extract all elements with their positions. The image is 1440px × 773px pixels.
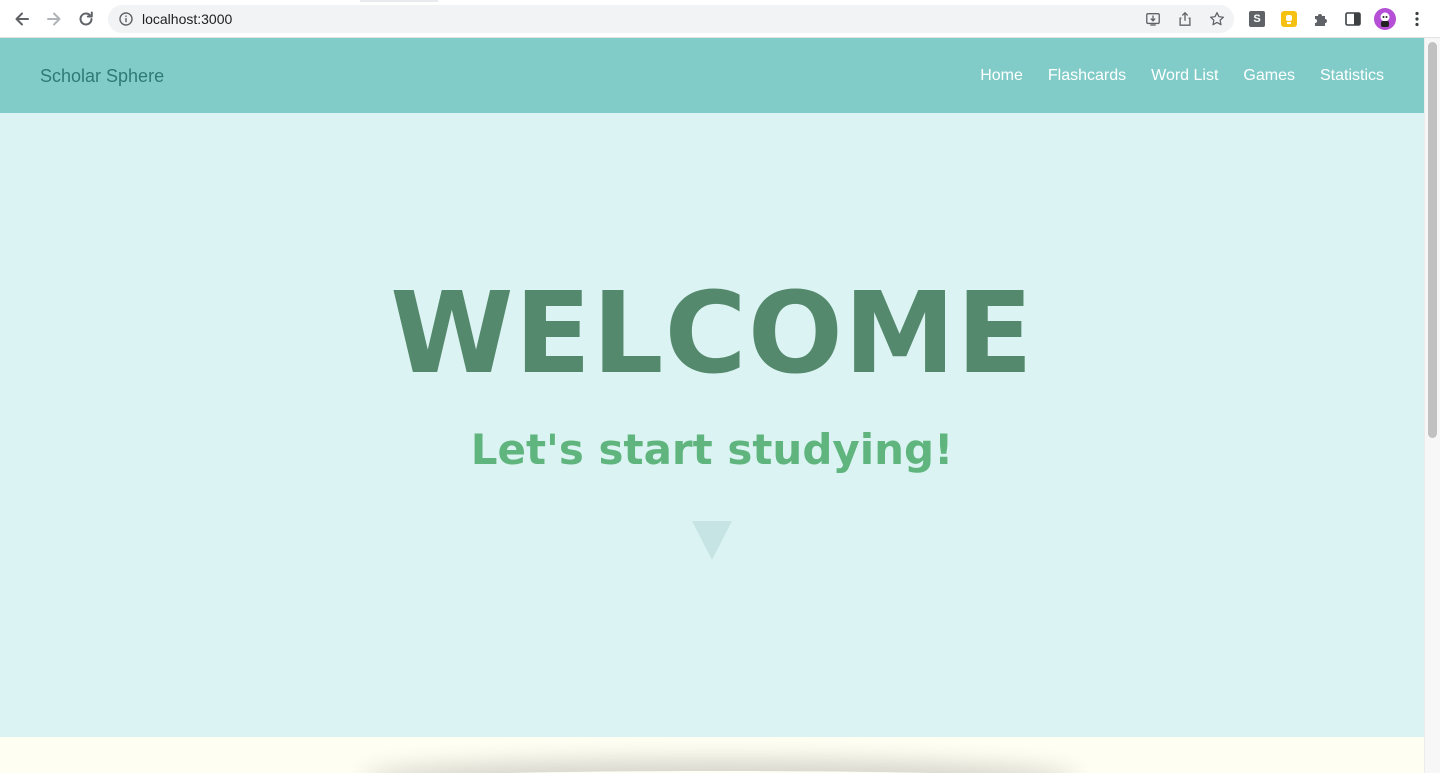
extension-s-letter: S	[1253, 13, 1261, 25]
share-button[interactable]	[1176, 10, 1194, 28]
page-viewport: Scholar Sphere Home Flashcards Word List…	[0, 38, 1424, 773]
scrollbar-thumb[interactable]	[1428, 42, 1437, 438]
avatar	[1374, 8, 1396, 30]
address-bar[interactable]: localhost:3000	[108, 5, 1234, 33]
nav-link-games[interactable]: Games	[1243, 67, 1295, 85]
content-section	[0, 737, 1424, 773]
share-icon	[1179, 11, 1191, 26]
arrow-right-icon	[47, 12, 61, 26]
hero-title: WELCOME	[390, 269, 1034, 399]
lightbulb-extension-icon	[1281, 11, 1297, 27]
site-header: Scholar Sphere Home Flashcards Word List…	[0, 38, 1424, 113]
nav-link-flashcards[interactable]: Flashcards	[1048, 67, 1126, 85]
main-nav: Home Flashcards Word List Games Statisti…	[980, 67, 1384, 85]
bookmark-button[interactable]	[1208, 10, 1226, 28]
puzzle-icon	[1315, 14, 1327, 26]
star-icon	[1209, 11, 1225, 26]
side-panel-icon	[1345, 12, 1361, 26]
url-text[interactable]: localhost:3000	[142, 11, 232, 27]
reload-button[interactable]	[70, 3, 102, 35]
profile-avatar-button[interactable]	[1374, 8, 1396, 30]
back-button[interactable]	[6, 3, 38, 35]
extensions-button[interactable]	[1311, 9, 1331, 29]
forward-button[interactable]	[38, 3, 70, 35]
extension-s-button[interactable]: S	[1247, 9, 1267, 29]
side-panel-button[interactable]	[1343, 9, 1363, 29]
reload-icon	[79, 11, 93, 26]
nav-link-statistics[interactable]: Statistics	[1320, 67, 1384, 85]
install-button[interactable]	[1144, 10, 1162, 28]
nav-link-word-list[interactable]: Word List	[1151, 67, 1218, 85]
nav-link-home[interactable]: Home	[980, 67, 1023, 85]
hero-section: WELCOME Let's start studying!	[0, 113, 1424, 737]
browser-toolbar: localhost:3000 S	[0, 0, 1440, 38]
install-icon	[1146, 13, 1160, 26]
hero-subtitle: Let's start studying!	[470, 425, 954, 474]
kebab-menu-icon	[1415, 11, 1419, 27]
page-scrollbar[interactable]	[1424, 38, 1440, 773]
scroll-down-arrow-icon[interactable]	[692, 521, 732, 560]
extension-yellow-button[interactable]	[1279, 9, 1299, 29]
active-tab-indicator	[360, 0, 438, 2]
browser-menu-button[interactable]	[1407, 9, 1427, 29]
brand-logo-link[interactable]: Scholar Sphere	[40, 66, 164, 87]
info-icon[interactable]	[119, 12, 133, 26]
arrow-left-icon	[15, 12, 29, 26]
